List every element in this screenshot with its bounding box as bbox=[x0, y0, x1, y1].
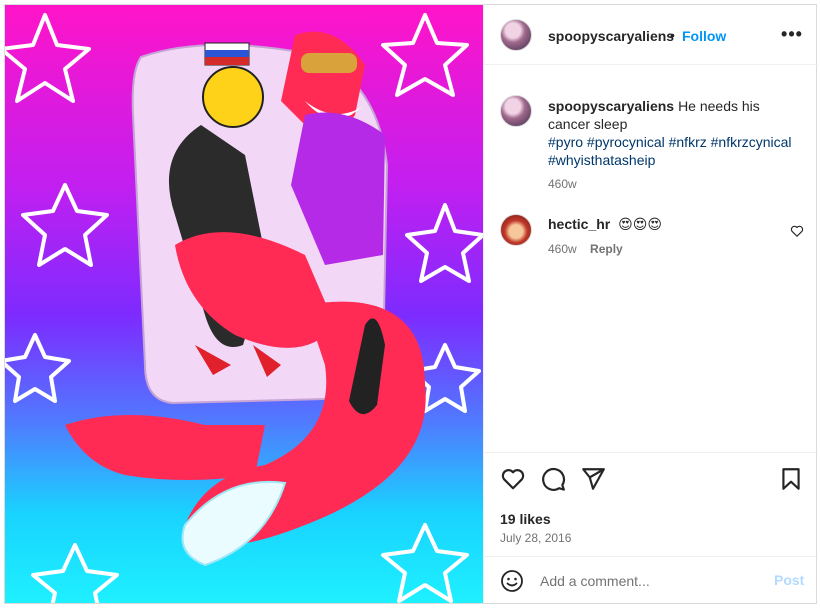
caption-hashtags[interactable]: #pyro #pyrocynical #nfkrz #nfkrzcynical … bbox=[548, 134, 792, 168]
comment-text: 😍😍😍 bbox=[618, 216, 662, 232]
follow-button[interactable]: Follow bbox=[682, 28, 726, 44]
separator-dot: • bbox=[670, 27, 675, 43]
comment-like-heart-icon[interactable] bbox=[790, 224, 804, 238]
comment-input[interactable] bbox=[540, 567, 760, 595]
caption-username[interactable]: spoopyscaryaliens bbox=[548, 98, 674, 114]
comment-avatar[interactable] bbox=[500, 214, 532, 246]
caption: spoopyscaryaliens He needs his cancer sle… bbox=[548, 97, 802, 169]
post-image[interactable] bbox=[5, 5, 483, 603]
caption-age: 460w bbox=[548, 177, 577, 191]
add-comment-bar: Post bbox=[484, 556, 818, 603]
smiley-icon[interactable] bbox=[500, 569, 524, 593]
comment: hectic_hr 😍😍😍 bbox=[548, 215, 802, 233]
author-avatar[interactable] bbox=[500, 19, 532, 51]
reply-button[interactable]: Reply bbox=[590, 242, 623, 256]
bookmark-icon[interactable] bbox=[778, 466, 804, 492]
post-actions: 19 likes July 28, 2016 bbox=[484, 452, 818, 556]
post-sidebar: spoopyscaryaliens • Follow ••• spoopysca… bbox=[483, 5, 818, 603]
heart-icon[interactable] bbox=[500, 466, 526, 492]
post-date: July 28, 2016 bbox=[500, 531, 572, 545]
author-username[interactable]: spoopyscaryaliens bbox=[548, 28, 674, 44]
illustration bbox=[5, 13, 483, 603]
likes-count[interactable]: 19 likes bbox=[500, 511, 551, 527]
comment-icon[interactable] bbox=[540, 466, 566, 492]
post-comment-button[interactable]: Post bbox=[774, 572, 804, 588]
comment-username[interactable]: hectic_hr bbox=[548, 216, 610, 232]
caption-avatar[interactable] bbox=[500, 95, 532, 127]
post-dialog: spoopyscaryaliens • Follow ••• spoopysca… bbox=[4, 4, 818, 604]
comment-age: 460w bbox=[548, 242, 577, 256]
comments-list[interactable]: spoopyscaryaliens He needs his cancer sle… bbox=[484, 66, 818, 451]
comment-meta: 460w Reply bbox=[548, 242, 623, 256]
more-options-icon[interactable]: ••• bbox=[780, 23, 804, 47]
post-header: spoopyscaryaliens • Follow ••• bbox=[484, 5, 818, 65]
paper-plane-icon[interactable] bbox=[580, 466, 606, 492]
